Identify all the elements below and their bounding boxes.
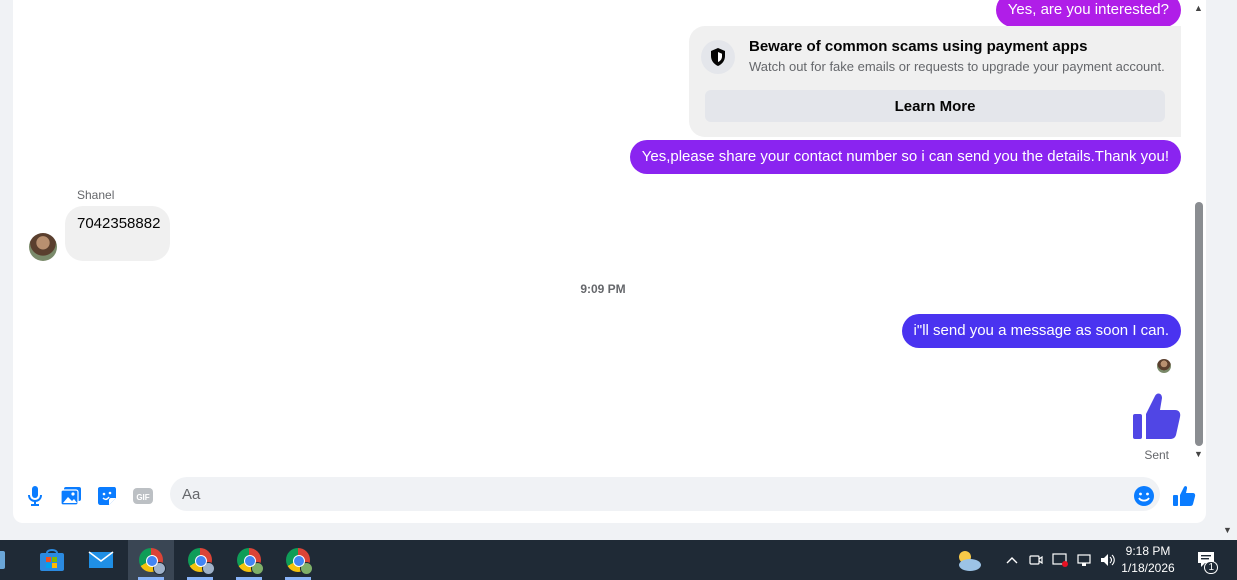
windows-store-icon[interactable]: [29, 540, 75, 580]
volume-icon[interactable]: [1098, 540, 1118, 580]
sender-name: Shanel: [77, 188, 115, 202]
security-icon[interactable]: [1050, 540, 1070, 580]
meet-now-icon[interactable]: [1026, 540, 1046, 580]
microphone-icon[interactable]: [23, 484, 47, 508]
thumbs-up-icon[interactable]: [1131, 390, 1183, 442]
weather-icon[interactable]: [952, 540, 984, 580]
scrollbar[interactable]: ▲ ▼: [1192, 0, 1206, 470]
emoji-icon[interactable]: [1132, 484, 1156, 508]
scroll-thumb[interactable]: [1195, 202, 1203, 446]
scroll-down-icon[interactable]: ▼: [1194, 449, 1203, 459]
chat-panel: Yes, are you interested? Beware of commo…: [13, 0, 1206, 523]
message-input[interactable]: [170, 477, 1160, 511]
notice-subtitle: Watch out for fake emails or requests to…: [749, 59, 1165, 74]
taskbar: 9:18 PM 1/18/2026 1: [0, 540, 1237, 580]
taskbar-clock[interactable]: 9:18 PM 1/18/2026: [1118, 543, 1178, 577]
photo-icon[interactable]: [59, 484, 83, 508]
gif-icon[interactable]: GIF: [131, 484, 155, 508]
message-list[interactable]: Yes, are you interested? Beware of commo…: [13, 0, 1206, 470]
scam-warning-notice: Beware of common scams using payment app…: [689, 26, 1181, 137]
notice-title: Beware of common scams using payment app…: [749, 38, 1088, 55]
sent-status: Sent: [1144, 448, 1169, 462]
page-scroll-down-icon[interactable]: ▼: [1223, 525, 1232, 535]
outgoing-message-top[interactable]: Yes, are you interested?: [995, 0, 1181, 27]
chrome-icon[interactable]: [128, 540, 174, 580]
scroll-up-icon[interactable]: ▲: [1194, 3, 1203, 13]
learn-more-button[interactable]: Learn More: [705, 90, 1165, 122]
message-timestamp: 9:09 PM: [580, 282, 626, 296]
outgoing-message-last[interactable]: i"ll send you a message as soon I can.: [901, 314, 1181, 348]
chevron-up-icon[interactable]: [1002, 540, 1022, 580]
shield-icon: [701, 40, 735, 74]
chrome-icon[interactable]: [177, 540, 223, 580]
composer: GIF: [13, 470, 1206, 523]
chrome-icon[interactable]: [226, 540, 272, 580]
notification-icon[interactable]: 1: [1192, 540, 1222, 580]
outgoing-message-details[interactable]: Yes,please share your contact number so …: [629, 140, 1181, 174]
avatar[interactable]: [29, 233, 57, 261]
incoming-message[interactable]: 7042358882: [65, 206, 170, 261]
read-receipt-avatar: [1157, 359, 1171, 373]
sticker-icon[interactable]: [95, 484, 119, 508]
network-icon[interactable]: [1074, 540, 1094, 580]
clock-time: 9:18 PM: [1125, 544, 1171, 558]
mail-icon[interactable]: [78, 540, 124, 580]
file-explorer-icon[interactable]: [0, 540, 12, 580]
clock-date: 1/18/2026: [1121, 561, 1175, 575]
chrome-icon[interactable]: [275, 540, 321, 580]
like-button[interactable]: [1172, 484, 1196, 508]
svg-text:GIF: GIF: [136, 493, 149, 502]
notification-count: 1: [1204, 561, 1218, 574]
